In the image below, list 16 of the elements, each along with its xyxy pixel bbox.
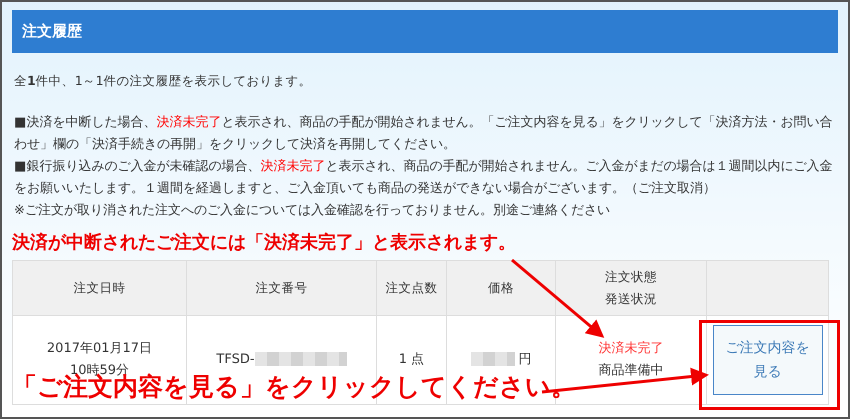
annotation-text: 決済が中断されたご注文には「決済未完了」と表示されます。 bbox=[12, 231, 516, 254]
column-header: 価格 bbox=[446, 260, 556, 316]
payment-status: 決済未完了 bbox=[598, 341, 664, 356]
notice-text: ■決済を中断した場合、決済未完了 と表示され、商品の手配が開始されません。「ご注文内容を見る」をクリックして「決済方法・お問い合わせ」欄の「決済手続きの再開」をクリックして決済を再開してください。 bbox=[14, 114, 834, 154]
notice-text: ■銀行振り込みのご入金が未確認の場合、決済未完了 と表示され、商品の手配が開始されません。ご入金がまだの場合は１週間以内にご入金をお願いいたします。１週間を経過しますと、ご入金頂いても商品の発送ができない場合がございます。（ご注文取消） bbox=[14, 158, 834, 198]
notice-text: ※ご注文が取り消された注文へのご入金については入金確認を行っておりません。別途ご連絡ください bbox=[14, 202, 611, 220]
section-header: 注文履歴 bbox=[12, 10, 838, 53]
price-unit: 円 bbox=[518, 352, 532, 367]
view-order-button[interactable]: ご注文内容を見る bbox=[712, 325, 822, 395]
order-number: TFSD- bbox=[216, 352, 255, 367]
column-header: 注文状態 発送状況 bbox=[556, 260, 706, 316]
column-header: 注文番号 bbox=[186, 260, 376, 316]
column-header: 注文日時 bbox=[12, 260, 186, 316]
summary-text: 全1件中、1～1件の注文履歴を表示しております。 bbox=[14, 73, 313, 90]
shipping-status: 商品準備中 bbox=[598, 363, 664, 378]
column-header: 注文点数 bbox=[376, 260, 446, 316]
